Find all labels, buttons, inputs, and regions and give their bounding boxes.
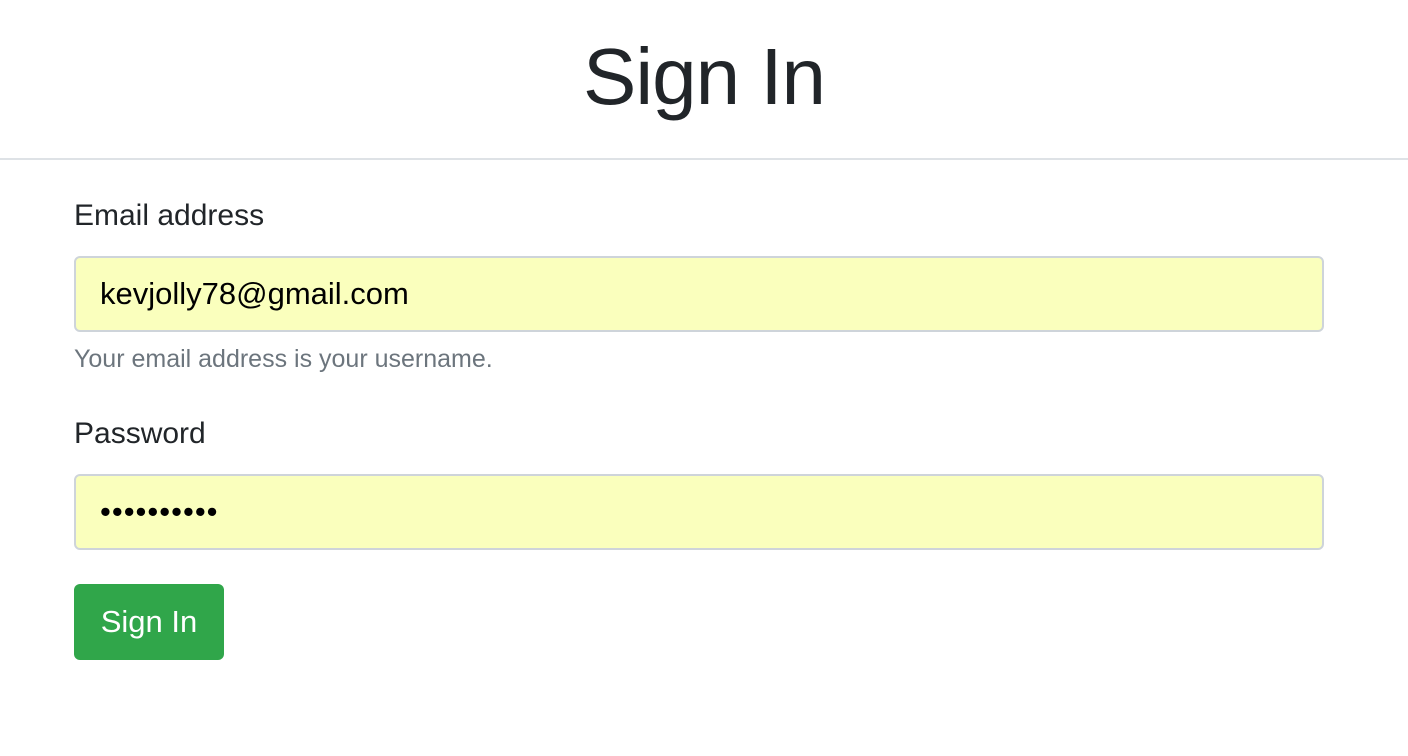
- page-header: Sign In: [0, 0, 1408, 160]
- sign-in-form: Email address Your email address is your…: [0, 160, 1408, 756]
- email-help-text: Your email address is your username.: [74, 345, 493, 373]
- password-label: Password: [74, 417, 206, 450]
- email-label: Email address: [74, 199, 265, 232]
- page-title: Sign In: [582, 32, 826, 121]
- password-field[interactable]: [74, 474, 1324, 550]
- sign-in-button[interactable]: Sign In: [74, 584, 224, 660]
- email-field[interactable]: [74, 256, 1324, 332]
